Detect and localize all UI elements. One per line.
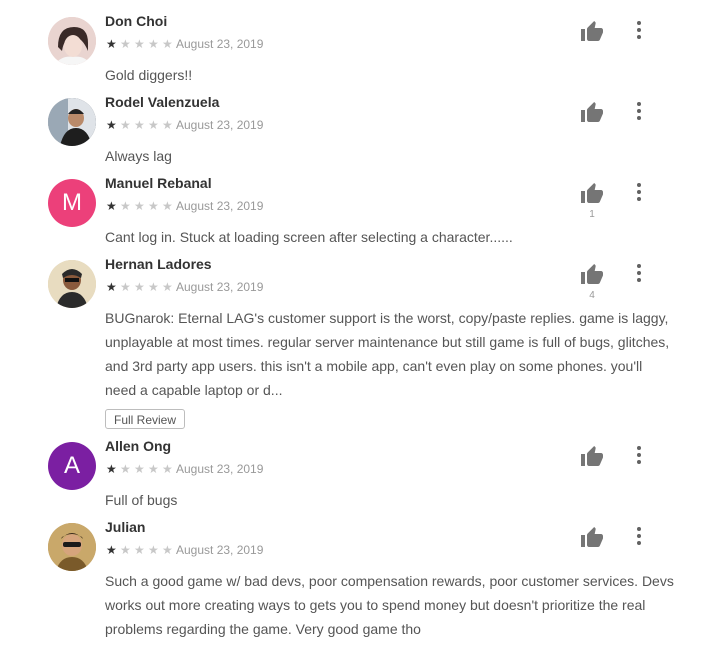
thumb-up-icon[interactable] xyxy=(580,20,604,44)
star-icon: ★ xyxy=(106,462,117,476)
avatar-letter: A xyxy=(63,452,80,479)
review-date: August 23, 2019 xyxy=(176,199,264,213)
avatar[interactable] xyxy=(48,523,96,571)
more-vert-icon[interactable] xyxy=(627,18,651,42)
avatar[interactable] xyxy=(48,260,96,308)
review-item: Hernan Ladores ★ ★ ★ ★ ★ August 23, 2019 BUG… xyxy=(0,256,716,432)
star-rating: ★ ★ ★ ★ ★ xyxy=(106,200,176,212)
star-icon: ★ xyxy=(162,543,173,557)
reviewer-name: Don Choi xyxy=(105,13,168,29)
avatar-letter: M xyxy=(62,189,82,216)
star-icon: ★ xyxy=(134,280,145,294)
star-icon: ★ xyxy=(106,543,117,557)
review-text: BUGnarok: Eternal LAG's customer support… xyxy=(105,310,670,398)
avatar[interactable]: M xyxy=(48,179,96,227)
avatar-photo-icon xyxy=(48,523,96,571)
star-icon: ★ xyxy=(120,543,131,557)
star-icon: ★ xyxy=(148,37,159,51)
review-meta: ★ ★ ★ ★ ★ August 23, 2019 xyxy=(106,199,263,213)
review-text: Always lag xyxy=(105,148,172,164)
star-icon: ★ xyxy=(106,118,117,132)
star-rating: ★ ★ ★ ★ ★ xyxy=(106,281,176,293)
review-item: A Allen Ong ★ ★ ★ ★ ★ August 23, 2019 Full o… xyxy=(0,438,716,513)
star-icon: ★ xyxy=(162,280,173,294)
more-vert-icon[interactable] xyxy=(627,443,651,467)
star-icon: ★ xyxy=(134,462,145,476)
star-icon: ★ xyxy=(120,118,131,132)
avatar[interactable] xyxy=(48,98,96,146)
review-date: August 23, 2019 xyxy=(176,118,264,132)
review-meta: ★ ★ ★ ★ ★ August 23, 2019 xyxy=(106,118,263,132)
review-item: Don Choi ★ ★ ★ ★ ★ August 23, 2019 Gold digg… xyxy=(0,13,716,88)
review-item: Julian ★ ★ ★ ★ ★ August 23, 2019 Such a good… xyxy=(0,519,716,647)
more-vert-icon[interactable] xyxy=(627,524,651,548)
star-rating: ★ ★ ★ ★ ★ xyxy=(106,38,176,50)
star-icon: ★ xyxy=(120,280,131,294)
avatar-photo-icon xyxy=(48,260,96,308)
review-meta: ★ ★ ★ ★ ★ August 23, 2019 xyxy=(106,37,263,51)
star-icon: ★ xyxy=(148,543,159,557)
reviewer-name: Hernan Ladores xyxy=(105,256,212,272)
star-icon: ★ xyxy=(134,118,145,132)
reviewer-name: Manuel Rebanal xyxy=(105,175,212,191)
star-icon: ★ xyxy=(106,280,117,294)
more-vert-icon[interactable] xyxy=(627,180,651,204)
helpful-count: 1 xyxy=(589,209,595,220)
review-date: August 23, 2019 xyxy=(176,280,264,294)
review-item: Rodel Valenzuela ★ ★ ★ ★ ★ August 23, 2019 A… xyxy=(0,94,716,169)
star-icon: ★ xyxy=(148,462,159,476)
reviewer-name: Julian xyxy=(105,519,146,535)
more-vert-icon[interactable] xyxy=(627,261,651,285)
full-review-button[interactable]: Full Review xyxy=(105,409,186,429)
star-icon: ★ xyxy=(162,462,173,476)
avatar[interactable]: A xyxy=(48,442,96,490)
review-date: August 23, 2019 xyxy=(176,543,264,557)
review-text: Such a good game w/ bad devs, poor compe… xyxy=(105,573,674,637)
avatar-photo-icon xyxy=(48,98,96,146)
star-icon: ★ xyxy=(148,199,159,213)
thumb-up-icon[interactable] xyxy=(580,101,604,125)
helpful-count: 4 xyxy=(589,290,595,301)
star-icon: ★ xyxy=(120,462,131,476)
star-icon: ★ xyxy=(120,199,131,213)
review-date: August 23, 2019 xyxy=(176,462,264,476)
star-icon: ★ xyxy=(134,543,145,557)
reviewer-name: Allen Ong xyxy=(105,438,172,454)
star-icon: ★ xyxy=(106,199,117,213)
review-item: M Manuel Rebanal ★ ★ ★ ★ ★ August 23, 2019 C… xyxy=(0,175,716,250)
star-icon: ★ xyxy=(148,118,159,132)
review-meta: ★ ★ ★ ★ ★ August 23, 2019 xyxy=(106,462,263,476)
star-icon: ★ xyxy=(162,199,173,213)
reviewer-name: Rodel Valenzuela xyxy=(105,94,220,110)
star-icon: ★ xyxy=(106,37,117,51)
thumb-up-icon[interactable] xyxy=(580,263,604,287)
star-icon: ★ xyxy=(134,37,145,51)
star-rating: ★ ★ ★ ★ ★ xyxy=(106,544,176,556)
thumb-up-icon[interactable] xyxy=(580,526,604,550)
review-text: Cant log in. Stuck at loading screen aft… xyxy=(105,229,513,245)
avatar-photo-icon xyxy=(48,17,96,65)
review-text: Full of bugs xyxy=(105,492,178,508)
thumb-up-icon[interactable] xyxy=(580,445,604,469)
thumb-up-icon[interactable] xyxy=(580,182,604,206)
star-icon: ★ xyxy=(162,37,173,51)
star-icon: ★ xyxy=(148,280,159,294)
review-meta: ★ ★ ★ ★ ★ August 23, 2019 xyxy=(106,543,263,557)
star-rating: ★ ★ ★ ★ ★ xyxy=(106,119,176,131)
star-rating: ★ ★ ★ ★ ★ xyxy=(106,463,176,475)
review-date: August 23, 2019 xyxy=(176,37,264,51)
review-meta: ★ ★ ★ ★ ★ August 23, 2019 xyxy=(106,280,263,294)
more-vert-icon[interactable] xyxy=(627,99,651,123)
avatar[interactable] xyxy=(48,17,96,65)
review-text: Gold diggers!! xyxy=(105,67,193,83)
star-icon: ★ xyxy=(134,199,145,213)
star-icon: ★ xyxy=(162,118,173,132)
star-icon: ★ xyxy=(120,37,131,51)
